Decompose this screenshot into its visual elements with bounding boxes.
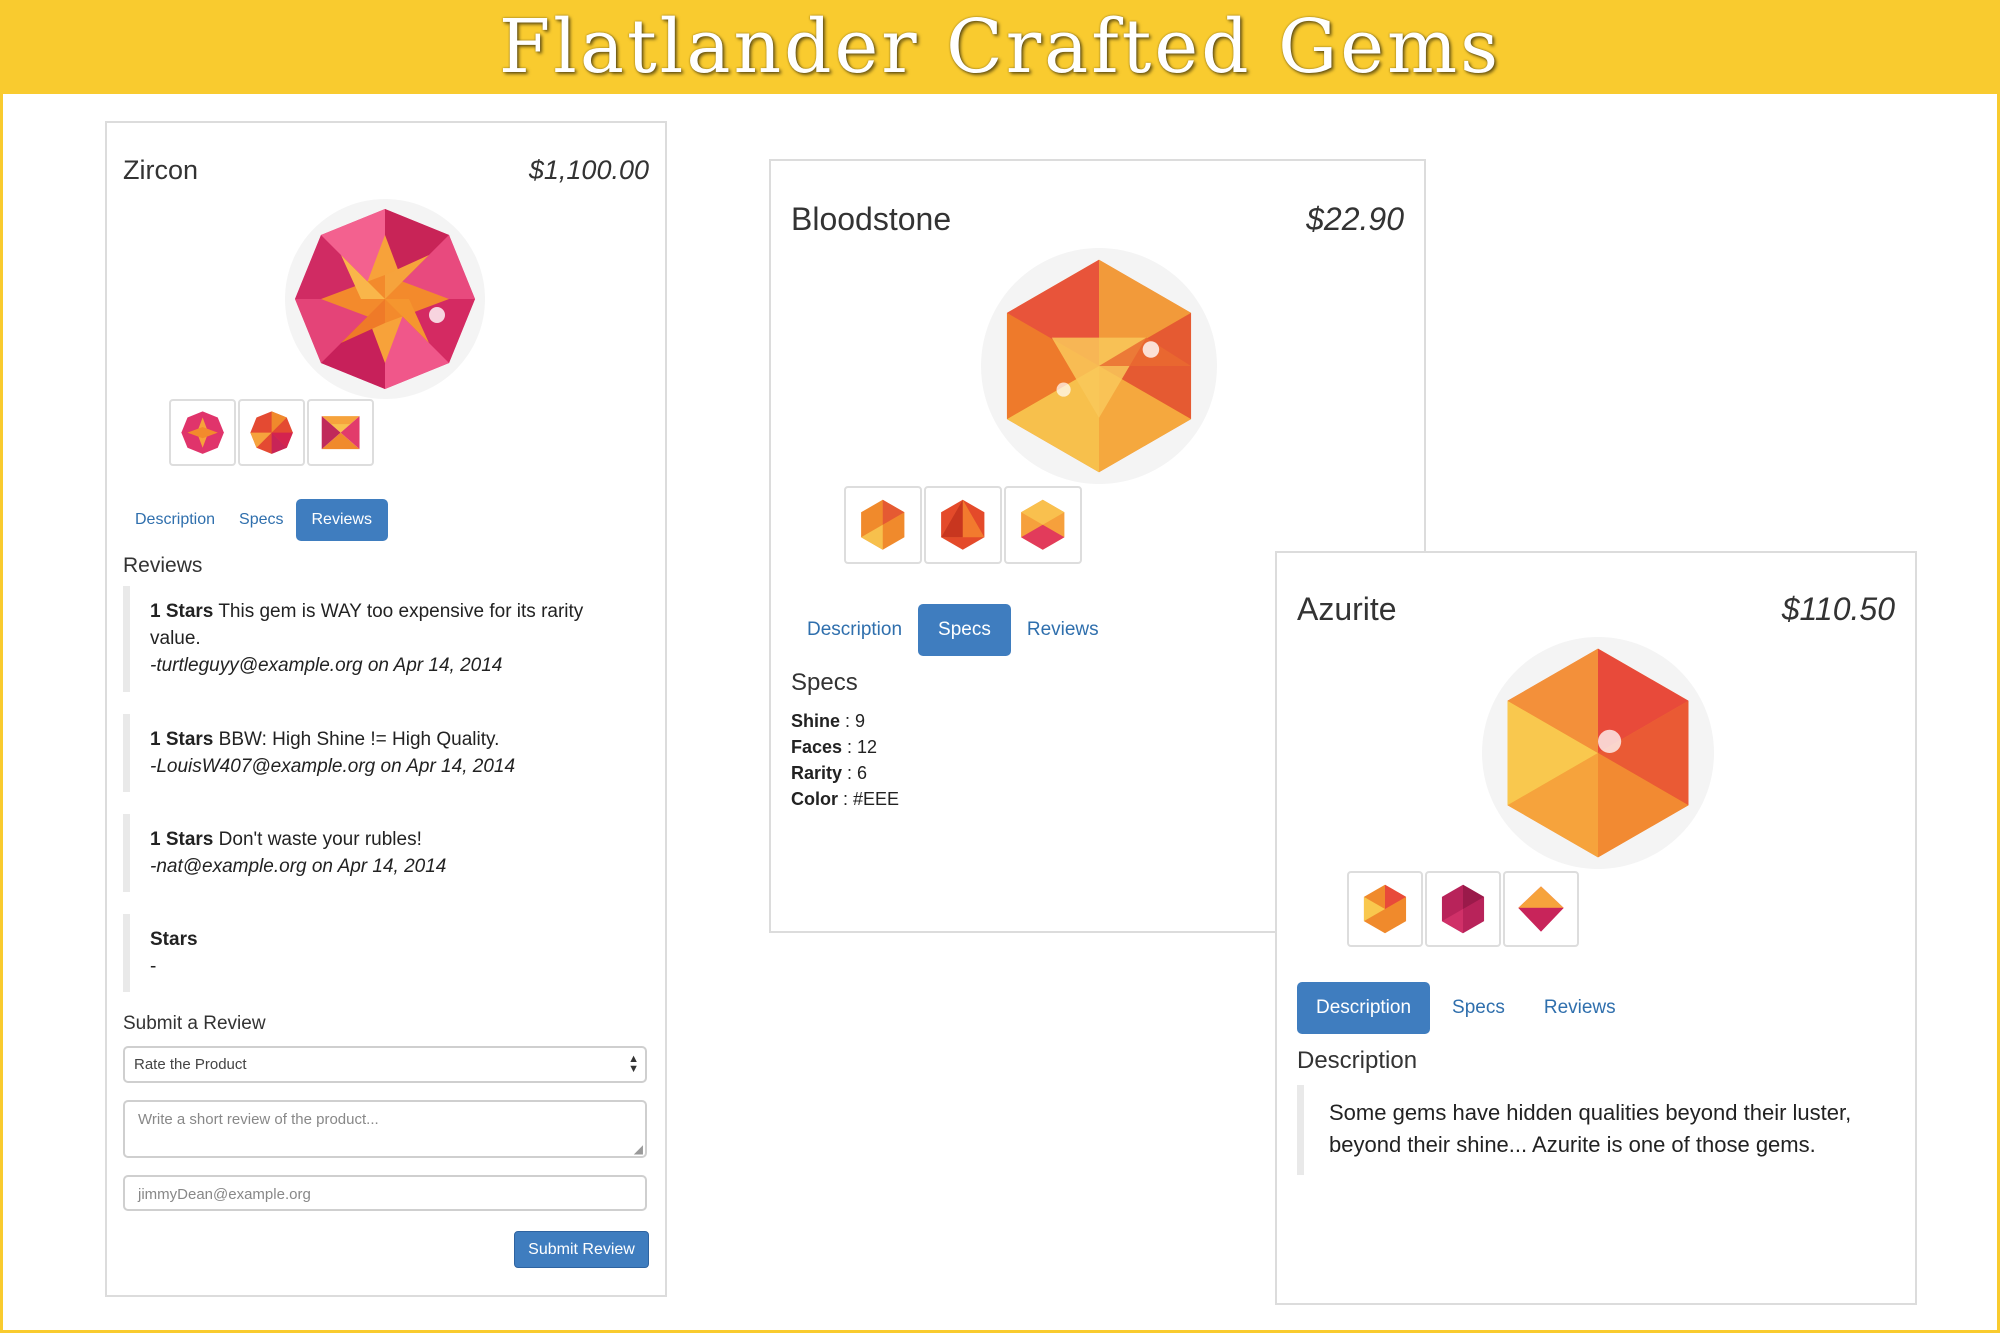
product-tabs: Description Specs Reviews <box>1297 982 1633 1034</box>
section-title: Specs <box>791 669 858 696</box>
spec-row: Faces : 12 <box>791 737 878 757</box>
octagon-gem-icon <box>181 411 224 454</box>
review-author: - <box>150 956 157 977</box>
thumbnail-2[interactable] <box>1425 871 1501 947</box>
review-stars: Stars <box>150 929 198 950</box>
review-stars: 1 Stars <box>150 601 214 622</box>
pyramid-gem-icon <box>941 500 985 550</box>
product-price: $22.90 <box>1306 201 1404 237</box>
tab-description[interactable]: Description <box>1297 982 1431 1034</box>
site-banner: Flatlander Crafted Gems <box>0 0 2000 94</box>
specs-list: Shine : 9 Faces : 12 Rarity : 6 Color : … <box>791 708 899 812</box>
rating-select-value: Rate the Product <box>134 1056 247 1073</box>
product-price: $110.50 <box>1781 591 1895 627</box>
email-field-placeholder: jimmyDean@example.org <box>138 1186 311 1203</box>
product-tabs: Description Specs Reviews <box>123 499 388 541</box>
review-body: Don't waste your rubles! <box>218 829 422 850</box>
thumbnail-1[interactable] <box>169 399 236 466</box>
resize-handle-icon[interactable]: ◢ <box>634 1142 643 1156</box>
review-body: BBW: High Shine != High Quality. <box>218 729 500 750</box>
hexagon-gem-icon <box>1006 259 1192 473</box>
review-body: This gem is WAY too expensive for its ra… <box>150 601 584 649</box>
octagon-gem-icon <box>295 209 475 389</box>
tab-specs[interactable]: Specs <box>918 604 1011 656</box>
product-card-zircon: Zircon $1,100.00 Description Specs Revie… <box>105 121 667 1297</box>
review-author: -nat@example.org on Apr 14, 2014 <box>150 856 447 877</box>
thumbnail-1[interactable] <box>844 486 922 564</box>
product-price: $1,100.00 <box>528 155 649 185</box>
review-stars: 1 Stars <box>150 829 214 850</box>
product-card-azurite: Azurite $110.50 Description Specs Review… <box>1275 551 1917 1305</box>
review-item: 1 Stars This gem is WAY too expensive fo… <box>123 586 643 692</box>
hexagon-gem-icon <box>1441 884 1485 934</box>
thumbnail-3[interactable] <box>307 399 374 466</box>
thumbnail-strip <box>169 399 374 466</box>
product-name: Bloodstone <box>791 201 952 237</box>
review-stars: 1 Stars <box>150 729 214 750</box>
review-textarea[interactable]: Write a short review of the product... ◢ <box>123 1100 647 1158</box>
product-name: Zircon <box>123 155 199 185</box>
zircon-hero-image <box>285 199 485 399</box>
spec-row: Shine : 9 <box>791 711 866 731</box>
email-field[interactable]: jimmyDean@example.org <box>123 1175 647 1211</box>
hexagon-gem-icon <box>861 500 905 550</box>
review-author: -LouisW407@example.org on Apr 14, 2014 <box>150 756 516 777</box>
review-preview: Stars - <box>123 914 643 992</box>
hexagon-gem-icon <box>1021 500 1065 550</box>
spec-row: Color : #EEE <box>791 789 900 809</box>
review-item: 1 Stars BBW: High Shine != High Quality.… <box>123 714 643 792</box>
tab-reviews[interactable]: Reviews <box>295 499 388 541</box>
thumbnail-2[interactable] <box>238 399 305 466</box>
review-form-title: Submit a Review <box>123 1013 266 1034</box>
rating-select[interactable]: Rate the Product ▲ ▼ <box>123 1046 647 1083</box>
submit-review-button[interactable]: Submit Review <box>514 1231 649 1268</box>
diamond-gem-icon <box>1518 886 1564 932</box>
description-text: Some gems have hidden qualities beyond t… <box>1329 1100 1852 1157</box>
tab-description[interactable]: Description <box>791 604 918 656</box>
review-item: 1 Stars Don't waste your rubles! -nat@ex… <box>123 814 643 892</box>
hexagon-gem-icon <box>1507 648 1689 858</box>
bloodstone-hero-image <box>981 248 1217 484</box>
hourglass-gem-icon <box>321 415 360 450</box>
azurite-hero-image <box>1482 637 1714 869</box>
round-gem-icon <box>250 411 293 454</box>
tab-reviews[interactable]: Reviews <box>1011 604 1115 656</box>
hexagon-gem-icon <box>1363 884 1407 934</box>
spec-row: Rarity : 6 <box>791 763 868 783</box>
thumbnail-3[interactable] <box>1503 871 1579 947</box>
thumbnail-2[interactable] <box>924 486 1002 564</box>
description-quote: Some gems have hidden qualities beyond t… <box>1297 1085 1887 1175</box>
product-name: Azurite <box>1297 591 1397 627</box>
tab-reviews[interactable]: Reviews <box>1527 982 1633 1034</box>
updown-arrow-icon: ▲ ▼ <box>628 1053 639 1075</box>
thumbnail-strip <box>1347 871 1579 947</box>
review-author: -turtleguyy@example.org on Apr 14, 2014 <box>150 655 503 676</box>
thumbnail-strip <box>844 486 1082 564</box>
tab-specs[interactable]: Specs <box>227 499 295 541</box>
section-title: Description <box>1297 1047 1418 1074</box>
thumbnail-3[interactable] <box>1004 486 1082 564</box>
product-tabs: Description Specs Reviews <box>791 604 1115 656</box>
thumbnail-1[interactable] <box>1347 871 1423 947</box>
tab-specs[interactable]: Specs <box>1430 982 1527 1034</box>
section-title: Reviews <box>123 554 203 577</box>
site-title: Flatlander Crafted Gems <box>498 4 1502 90</box>
review-textarea-placeholder: Write a short review of the product... <box>138 1111 379 1128</box>
tab-description[interactable]: Description <box>123 499 227 541</box>
